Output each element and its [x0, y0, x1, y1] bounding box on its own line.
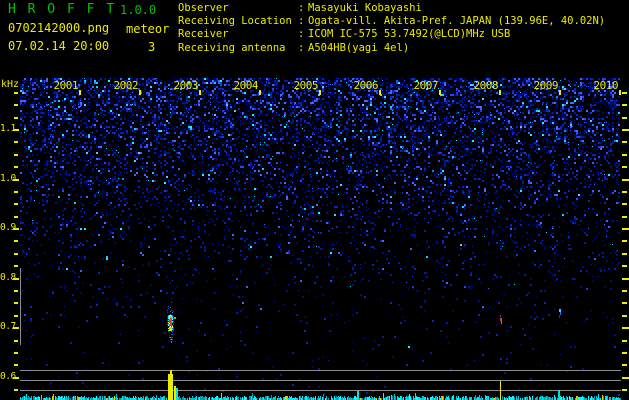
freq-major-tick — [622, 228, 629, 230]
freq-minor-tick — [14, 352, 18, 354]
colon: : — [298, 28, 305, 41]
time-label-2001: 2001 — [53, 79, 79, 92]
freq-major-tick — [13, 327, 19, 329]
receiver-label: Receiver — [178, 28, 229, 41]
freq-minor-tick — [14, 117, 18, 119]
freq-minor-tick — [14, 240, 18, 242]
freq-minor-tick — [622, 191, 627, 193]
freq-minor-tick — [622, 154, 627, 156]
freq-minor-tick — [622, 141, 627, 143]
freq-major-tick — [622, 278, 629, 280]
app-version: 1.0.0 — [120, 3, 157, 17]
time-label-2009: 2009 — [533, 79, 559, 92]
output-filename: 0702142000.png — [8, 21, 110, 35]
freq-major-tick — [13, 129, 19, 131]
time-label-2007: 2007 — [413, 79, 439, 92]
freq-minor-tick — [622, 203, 627, 205]
time-label-2006: 2006 — [353, 79, 379, 92]
time-label-2010: 2010 — [593, 79, 619, 92]
colon: : — [298, 41, 305, 54]
freq-minor-tick — [14, 340, 18, 342]
antenna-label: Receiving antenna — [178, 41, 286, 54]
freq-major-tick — [13, 377, 19, 379]
freq-minor-tick — [14, 389, 18, 391]
freq-minor-tick — [622, 389, 627, 391]
freq-major-tick — [13, 278, 19, 280]
hrofft-window: H R O F F T 1.0.0 0702142000.png meteor … — [0, 0, 629, 400]
observer-label: Observer — [178, 2, 229, 14]
mode-label: meteor — [126, 22, 170, 36]
freq-label-1.0: 1.0 — [0, 173, 16, 184]
colon: : — [298, 15, 305, 28]
antenna-value: A504HB(yagi 4el) — [308, 41, 410, 54]
observation-datetime: 07.02.14 20:00 — [8, 39, 110, 53]
freq-minor-tick — [14, 154, 18, 156]
info-row-location: Receiving Location: Ogata-vill. Akita-Pre… — [178, 15, 628, 28]
freq-minor-tick — [14, 290, 18, 292]
colon: : — [298, 2, 305, 14]
time-label-2005: 2005 — [293, 79, 319, 92]
frequency-unit-label: kHz — [1, 79, 20, 90]
freq-major-tick — [622, 179, 629, 181]
time-label-2003: 2003 — [173, 79, 199, 92]
spectrogram-canvas — [20, 78, 621, 400]
receiver-value: ICOM IC-575 53.7492(@LCD)MHz USB — [308, 28, 511, 41]
freq-minor-tick — [14, 141, 18, 143]
freq-minor-tick — [14, 191, 18, 193]
freq-major-tick — [13, 179, 19, 181]
freq-label-0.8: 0.8 — [0, 272, 16, 283]
freq-major-tick — [622, 129, 629, 131]
app-title: H R O F F T — [8, 2, 117, 17]
station-info: Observer: Masayuki Kobayashi Receiving Lo… — [178, 2, 628, 55]
info-row-receiver: Receiver: ICOM IC-575 53.7492(@LCD)MHz US… — [178, 28, 628, 41]
freq-minor-tick — [622, 166, 627, 168]
freq-minor-tick — [14, 364, 18, 366]
info-row-antenna: Receiving antenna: A504HB(yagi 4el) — [178, 42, 628, 55]
freq-label-0.7: 0.7 — [0, 321, 16, 332]
freq-minor-tick — [622, 290, 627, 292]
freq-minor-tick — [622, 364, 627, 366]
freq-minor-tick — [14, 253, 18, 255]
location-label: Receiving Location — [178, 15, 292, 28]
time-label-2004: 2004 — [233, 79, 259, 92]
time-label-2002: 2002 — [113, 79, 139, 92]
freq-minor-tick — [622, 240, 627, 242]
freq-minor-tick — [14, 216, 18, 218]
freq-minor-tick — [14, 104, 18, 106]
freq-minor-tick — [622, 216, 627, 218]
info-row-observer: Observer: Masayuki Kobayashi — [178, 2, 628, 15]
freq-minor-tick — [622, 265, 627, 267]
freq-minor-tick — [622, 104, 627, 106]
freq-major-tick — [622, 377, 629, 379]
freq-minor-tick — [14, 315, 18, 317]
freq-label-0.6: 0.6 — [0, 371, 16, 382]
freq-label-0.9: 0.9 — [0, 222, 16, 233]
freq-minor-tick — [14, 166, 18, 168]
freq-minor-tick — [14, 92, 18, 94]
location-value: Ogata-vill. Akita-Pref. JAPAN (139.96E, … — [308, 15, 606, 28]
freq-minor-tick — [622, 302, 627, 304]
meteor-count: 3 — [148, 40, 156, 54]
freq-minor-tick — [622, 352, 627, 354]
freq-minor-tick — [622, 117, 627, 119]
freq-minor-tick — [622, 340, 627, 342]
freq-major-tick — [13, 228, 19, 230]
observer-value: Masayuki Kobayashi — [308, 2, 422, 14]
freq-minor-tick — [622, 92, 627, 94]
freq-minor-tick — [14, 265, 18, 267]
freq-minor-tick — [14, 302, 18, 304]
freq-minor-tick — [14, 203, 18, 205]
freq-minor-tick — [622, 315, 627, 317]
time-label-2008: 2008 — [473, 79, 499, 92]
freq-minor-tick — [622, 253, 627, 255]
freq-major-tick — [622, 327, 629, 329]
freq-label-1.1: 1.1 — [0, 123, 16, 134]
